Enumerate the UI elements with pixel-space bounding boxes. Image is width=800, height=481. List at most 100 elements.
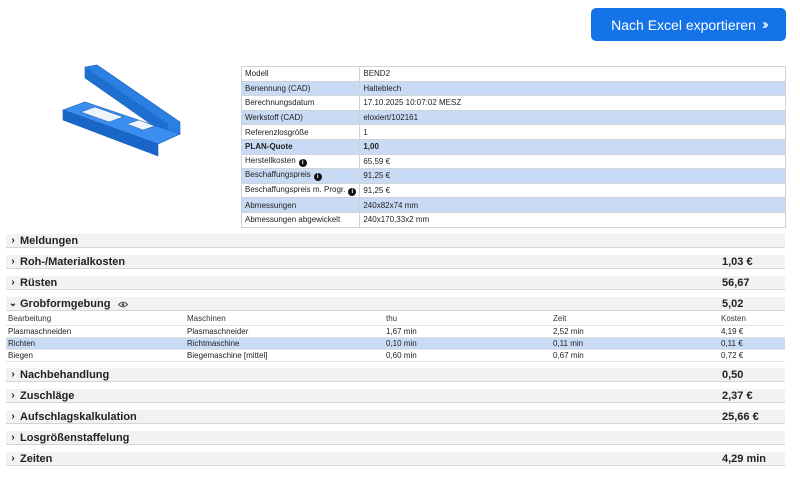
section-ruesten[interactable]: › Rüsten 56,67 <box>6 276 785 290</box>
table-row: Biegen Biegemaschine [mittel] 0,60 min 0… <box>6 349 785 362</box>
table-row: Plasmaschneiden Plasmaschneider 1,67 min… <box>6 325 785 338</box>
info-value: 1,00 <box>359 138 786 155</box>
info-row: Referenzlosgröße 1 <box>240 124 786 140</box>
column-header: Zeit <box>551 313 719 326</box>
info-key: Referenzlosgröße <box>240 124 361 140</box>
info-key-label: Abmessungen abgewickelt <box>245 215 341 225</box>
info-key-label: Berechnungsdatum <box>245 98 315 108</box>
info-key: Berechnungsdatum <box>240 95 361 111</box>
info-icon[interactable]: i <box>298 158 307 167</box>
table-cell: Plasmaschneiden <box>6 325 185 338</box>
info-key-label: Abmessungen <box>245 200 297 210</box>
info-row: Werkstoff (CAD) eloxiert/102161 <box>240 109 786 126</box>
info-key: PLAN-Quote <box>240 138 361 155</box>
info-key: Herstellkosten i <box>240 153 361 170</box>
info-key-label: Beschaffungspreis <box>245 170 311 180</box>
info-key-label: Beschaffungspreis m. Progr. <box>245 185 346 195</box>
info-key: Benennung (CAD) <box>240 80 361 97</box>
info-row: Abmessungen abgewickelt 240x170,33x2 mm <box>240 211 786 228</box>
chevron-right-icon: › <box>11 411 15 422</box>
section-nachbehandlung[interactable]: › Nachbehandlung 0,50 <box>6 368 785 382</box>
chevron-right-icon: › <box>11 235 15 246</box>
info-value: 240x170,33x2 mm <box>359 211 786 228</box>
info-value: BEND2 <box>359 66 786 82</box>
info-key-label: Werkstoff (CAD) <box>245 113 303 123</box>
grobformgebung-table: Bearbeitung Maschinen thu Zeit Kosten Pl… <box>6 313 785 362</box>
section-zuschlaege[interactable]: › Zuschläge 2,37 € <box>6 389 785 403</box>
section-material[interactable]: › Roh-/Materialkosten 1,03 € <box>6 255 785 269</box>
part-preview-image <box>62 64 181 157</box>
table-cell: Biegen <box>6 349 185 362</box>
table-cell: Plasmaschneider <box>185 325 384 338</box>
export-button-label: Nach Excel exportieren <box>611 16 756 33</box>
table-row: Richten Richtmaschine 0,10 min 0,11 min … <box>6 337 785 350</box>
chevron-right-icon: › <box>11 453 15 464</box>
info-key: Werkstoff (CAD) <box>240 109 361 126</box>
info-value: 65,59 € <box>359 153 786 170</box>
table-cell: 4,19 € <box>719 325 785 338</box>
section-losgroessenstaffelung[interactable]: › Losgrößenstaffelung <box>6 431 785 445</box>
section-title: Meldungen <box>20 234 79 247</box>
section-title: Aufschlagskalkulation <box>20 410 137 423</box>
column-header: Bearbeitung <box>6 313 185 326</box>
info-value: 1 <box>359 124 786 140</box>
section-aufschlagskalkulation[interactable]: › Aufschlagskalkulation 25,66 € <box>6 410 785 424</box>
chevron-right-icon: › <box>11 277 15 288</box>
info-value: 17.10.2025 10:07:02 MESZ <box>359 95 786 111</box>
info-row: Benennung (CAD) Halteblech <box>240 80 786 97</box>
table-cell: Richtmaschine <box>185 337 384 350</box>
info-key-label: Modell <box>245 69 269 79</box>
section-grobformgebung[interactable]: ⌄ Grobformgebung 5,02 <box>6 297 785 311</box>
info-row: Herstellkosten i 65,59 € <box>240 153 786 170</box>
info-key-label: Benennung (CAD) <box>245 83 311 93</box>
section-meldungen[interactable]: › Meldungen <box>6 234 785 248</box>
info-value: 240x82x74 mm <box>359 197 786 213</box>
double-chevron-right-icon: ›› <box>761 16 769 33</box>
section-value: 56,67 <box>722 276 750 289</box>
section-title: Losgrößenstaffelung <box>20 431 130 444</box>
section-title: Zeiten <box>20 452 53 465</box>
section-value: 5,02 <box>722 297 744 310</box>
info-key: Beschaffungspreis m. Progr. i <box>240 182 361 199</box>
part-info-table: Modell BEND2 Benennung (CAD) Halteblech Bere… <box>240 66 786 228</box>
chevron-right-icon: › <box>11 390 15 401</box>
info-key: Modell <box>240 66 361 82</box>
column-header: Kosten <box>719 313 785 326</box>
info-key-label: Referenzlosgröße <box>245 127 309 137</box>
section-value: 1,03 € <box>722 255 753 268</box>
info-row: Abmessungen 240x82x74 mm <box>240 197 786 213</box>
info-icon[interactable]: i <box>348 188 357 197</box>
chevron-right-icon: › <box>11 369 15 380</box>
info-value: eloxiert/102161 <box>359 109 786 126</box>
info-key-label: Herstellkosten <box>245 155 296 165</box>
info-value: 91,25 € <box>359 168 786 184</box>
export-excel-button[interactable]: Nach Excel exportieren ›› <box>591 8 786 41</box>
info-row: PLAN-Quote 1,00 <box>240 138 786 155</box>
table-cell: 0,72 € <box>719 349 785 362</box>
table-header-row: Bearbeitung Maschinen thu Zeit Kosten <box>6 313 785 326</box>
section-title: Zuschläge <box>20 389 75 402</box>
section-value: 4,29 min <box>722 452 767 465</box>
table-cell: 0,60 min <box>384 349 551 362</box>
info-key: Abmessungen <box>240 197 361 213</box>
table-cell: 0,11 min <box>551 337 719 350</box>
info-row: Modell BEND2 <box>240 66 786 82</box>
section-value: 0,50 <box>722 368 744 381</box>
section-title: Nachbehandlung <box>20 368 110 381</box>
table-cell: Biegemaschine [mittel] <box>185 349 384 362</box>
section-zeiten[interactable]: › Zeiten 4,29 min <box>6 452 785 466</box>
table-cell: Richten <box>6 337 185 350</box>
info-row: Beschaffungspreis m. Progr. i 91,25 € <box>240 182 786 199</box>
section-title: Rüsten <box>20 276 58 289</box>
section-title: Roh-/Materialkosten <box>20 255 126 268</box>
info-row: Beschaffungspreis i 91,25 € <box>240 168 786 184</box>
section-title: Grobformgebung <box>20 297 111 310</box>
info-icon[interactable]: i <box>313 173 322 182</box>
table-cell: 0,10 min <box>384 337 551 350</box>
info-value: Halteblech <box>359 80 786 97</box>
info-value: 91,25 € <box>359 182 786 199</box>
section-value: 2,37 € <box>722 389 753 402</box>
eye-icon[interactable] <box>117 301 128 308</box>
chevron-right-icon: › <box>11 256 15 267</box>
chevron-right-icon: › <box>11 432 15 443</box>
